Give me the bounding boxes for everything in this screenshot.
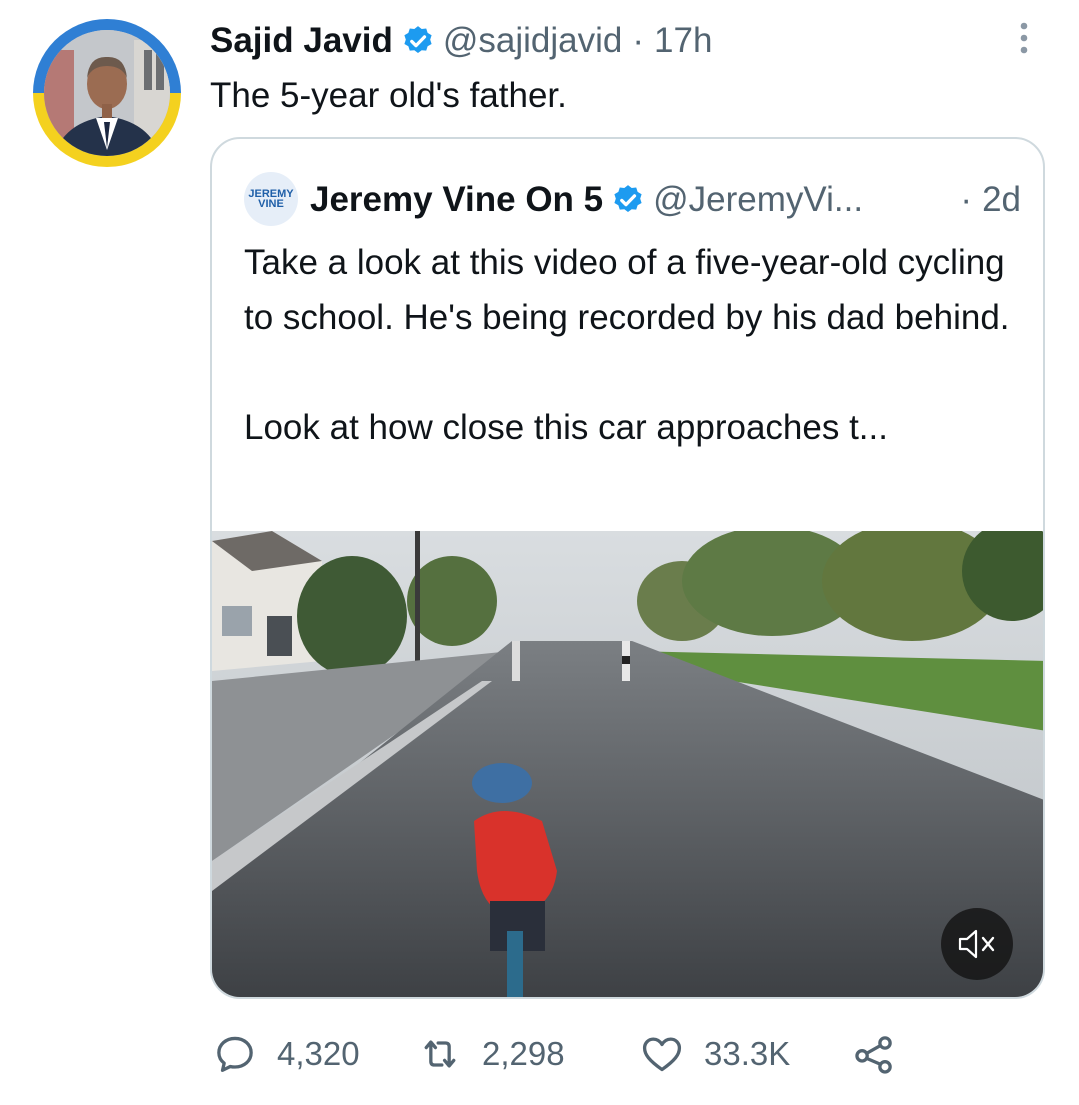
quoted-time-group: · 2d [950,176,1021,224]
quoted-tweet-text: Take a look at this video of a five-year… [244,235,1024,455]
portrait-graphic [44,30,170,156]
author-handle[interactable]: @sajidjavid [443,21,623,61]
reply-button[interactable]: 4,320 [213,1032,418,1076]
quoted-text-paragraph-2: Look at how close this car approaches t.… [244,408,888,447]
author-avatar[interactable] [33,19,181,167]
quoted-author-handle[interactable]: @JeremyVi... [653,180,863,220]
retweet-count: 2,298 [482,1035,565,1072]
retweet-button[interactable]: 2,298 [418,1032,640,1076]
tweet-action-bar: 4,320 2,298 33.3K [213,1030,916,1078]
volume-mute-icon [958,929,995,959]
tweet-text: The 5-year old's father. [210,76,567,115]
like-count: 33.3K [704,1035,791,1072]
share-icon [855,1036,892,1074]
video-player[interactable] [212,531,1043,997]
reply-icon [217,1036,253,1072]
tweet-timestamp[interactable]: 17h [654,21,712,61]
quoted-author-avatar[interactable]: JEREMY VINE [244,172,298,226]
like-button[interactable]: 33.3K [640,1032,852,1076]
quoted-author-name[interactable]: Jeremy Vine On 5 [310,180,603,220]
more-options-icon[interactable] [1012,20,1036,56]
share-button[interactable] [852,1032,916,1076]
mute-toggle-button[interactable] [941,908,1013,980]
verified-badge-icon [614,185,642,213]
heart-icon [642,1037,682,1072]
quoted-timestamp[interactable]: 2d [982,180,1021,220]
retweet-icon [424,1040,456,1068]
quoted-text-paragraph-1: Take a look at this video of a five-year… [244,243,1010,337]
reply-count: 4,320 [277,1035,360,1072]
verified-badge-icon [404,26,432,54]
tweet-header: Sajid Javid @sajidjavid · 17h [210,19,712,63]
separator-dot: · [960,180,973,219]
quoted-tweet-card[interactable]: JEREMY VINE Jeremy Vine On 5 @JeremyVi..… [210,137,1045,999]
author-name[interactable]: Sajid Javid [210,21,393,61]
quoted-tweet-header: Jeremy Vine On 5 @JeremyVi... [310,176,863,224]
separator-dot: · [632,21,645,60]
author-photo [44,30,170,156]
video-frame [212,531,1043,997]
